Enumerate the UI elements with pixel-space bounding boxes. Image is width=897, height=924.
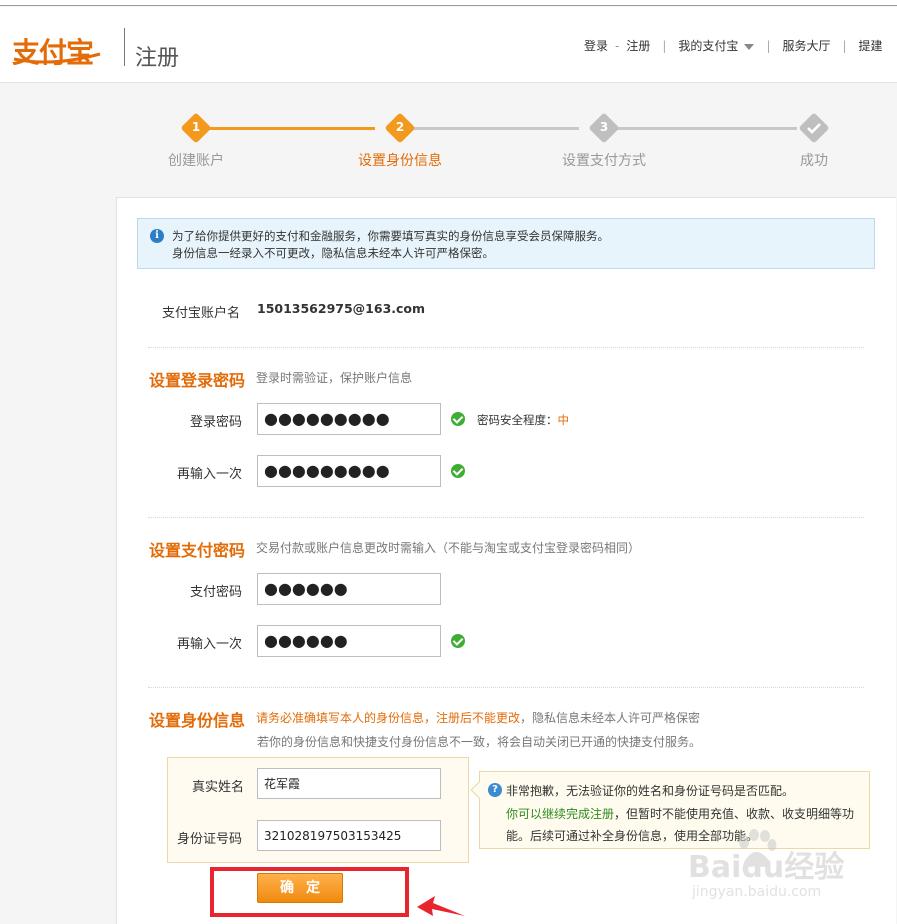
tip-limit-text: ，但暂时不能使用充值、收款、收支明细等功 xyxy=(614,807,855,821)
check-circle-icon xyxy=(451,634,465,648)
identity-privacy-note: ，隐私信息未经本人许可严格保密 xyxy=(520,711,701,725)
id-number-input[interactable]: 321028197503153425 xyxy=(257,820,441,851)
step-1-number: 1 xyxy=(191,120,201,134)
id-number-label: 身份证号码 xyxy=(177,832,243,847)
step-3-label: 设置支付方式 xyxy=(562,153,646,169)
check-circle-icon xyxy=(451,464,465,478)
pay-password-confirm-input[interactable]: ●●●●●● xyxy=(257,625,441,657)
logo-text: 支付宝 xyxy=(12,36,94,69)
real-name-input[interactable]: 花军霞 xyxy=(257,768,441,799)
pay-password-confirm-label: 再输入一次 xyxy=(177,637,243,652)
tip-line-1: 非常抱歉，无法验证你的姓名和身份证号码是否匹配。 xyxy=(506,784,795,798)
info-icon: i xyxy=(150,229,164,243)
nav-my-alipay-menu[interactable]: 我的支付宝 xyxy=(678,37,755,54)
real-name-label: 真实姓名 xyxy=(192,780,245,795)
arrow-left-icon xyxy=(417,896,465,916)
login-password-title: 设置登录密码 xyxy=(149,371,246,390)
identity-warning: 请务必准确填写本人的身份信息，注册后不能更改 xyxy=(256,711,521,725)
check-icon xyxy=(807,123,821,134)
info-notice: i 为了给你提供更好的支付和金融服务，你需要填写真实的身份信息享受会员保障服务。… xyxy=(137,218,875,269)
nav-register-link[interactable]: 注册 xyxy=(626,37,650,54)
watermark-brand: Baidu经验 xyxy=(688,850,845,885)
nav-divider: | xyxy=(842,38,847,53)
nav-divider: | xyxy=(766,38,771,53)
notice-line-2: 身份信息一经录入不可更改，隐私信息未经本人许可严格保密。 xyxy=(172,246,494,260)
account-label: 支付宝账户名 xyxy=(162,306,241,321)
pay-password-note: 交易付款或账户信息更改时需输入（不能与淘宝或支付宝登录密码相同） xyxy=(256,541,641,555)
account-value: 15013562975@163.com xyxy=(257,301,426,316)
notice-line-1: 为了给你提供更好的支付和金融服务，你需要填写真实的身份信息享受会员保障服务。 xyxy=(172,229,609,243)
top-nav: 登录 - 注册 | 我的支付宝 | 服务大厅 | 提建 xyxy=(584,37,883,54)
login-password-confirm-input[interactable]: ●●●●●●●●● xyxy=(257,455,441,487)
login-password-label: 登录密码 xyxy=(190,415,243,430)
strength-level: 中 xyxy=(557,413,570,427)
top-border xyxy=(0,0,897,6)
login-password-input[interactable]: ●●●●●●●●● xyxy=(257,403,441,435)
step-2-label: 设置身份信息 xyxy=(358,153,442,169)
nav-suggest-link[interactable]: 提建 xyxy=(859,37,883,54)
nav-divider: | xyxy=(662,38,667,53)
step-2-number: 2 xyxy=(395,120,405,134)
highlight-frame xyxy=(210,867,409,917)
step-4-label: 成功 xyxy=(800,153,828,169)
password-strength: 密码安全程度：中 xyxy=(477,412,569,428)
check-circle-icon xyxy=(451,412,465,426)
step-connector xyxy=(209,127,375,130)
identity-note: 请务必准确填写本人的身份信息，注册后不能更改，隐私信息未经本人许可严格保密 xyxy=(256,709,700,726)
step-3-number: 3 xyxy=(599,120,609,134)
section-divider xyxy=(148,517,864,518)
login-password-confirm-label: 再输入一次 xyxy=(177,467,243,482)
tip-continue-text: 你可以继续完成注册 xyxy=(506,807,615,821)
logo-divider xyxy=(124,28,125,66)
strength-label: 密码安全程度： xyxy=(477,413,558,427)
section-divider xyxy=(148,687,864,688)
identity-title: 设置身份信息 xyxy=(149,711,246,730)
nav-my-alipay-label: 我的支付宝 xyxy=(678,39,739,53)
pay-password-input[interactable]: ●●●●●● xyxy=(257,573,441,605)
chevron-down-icon xyxy=(744,43,755,50)
section-divider xyxy=(148,347,864,348)
nav-login-link[interactable]: 登录 xyxy=(584,37,608,54)
nav-separator: - xyxy=(615,38,620,53)
help-icon: ? xyxy=(488,783,502,797)
baidu-watermark: Baidu经验 jingyan.baidu.com xyxy=(686,820,856,910)
step-connector xyxy=(413,127,579,130)
progress-steps: 1 创建账户 2 设置身份信息 3 设置支付方式 成功 xyxy=(0,110,897,170)
pay-password-title: 设置支付密码 xyxy=(149,541,246,560)
pay-password-label: 支付密码 xyxy=(190,585,243,600)
watermark-url: jingyan.baidu.com xyxy=(692,884,822,900)
login-password-note: 登录时需验证，保护账户信息 xyxy=(256,371,413,385)
nav-service-hall-link[interactable]: 服务大厅 xyxy=(782,37,830,54)
identity-note-2: 若你的身份信息和快捷支付身份信息不一致，将会自动关闭已开通的快捷支付服务。 xyxy=(257,735,702,749)
step-connector xyxy=(617,127,797,130)
site-header: 支付宝 注册 登录 - 注册 | 我的支付宝 | 服务大厅 | 提建 xyxy=(0,7,897,83)
step-1-label: 创建账户 xyxy=(168,153,224,169)
page-title: 注册 xyxy=(135,46,180,71)
